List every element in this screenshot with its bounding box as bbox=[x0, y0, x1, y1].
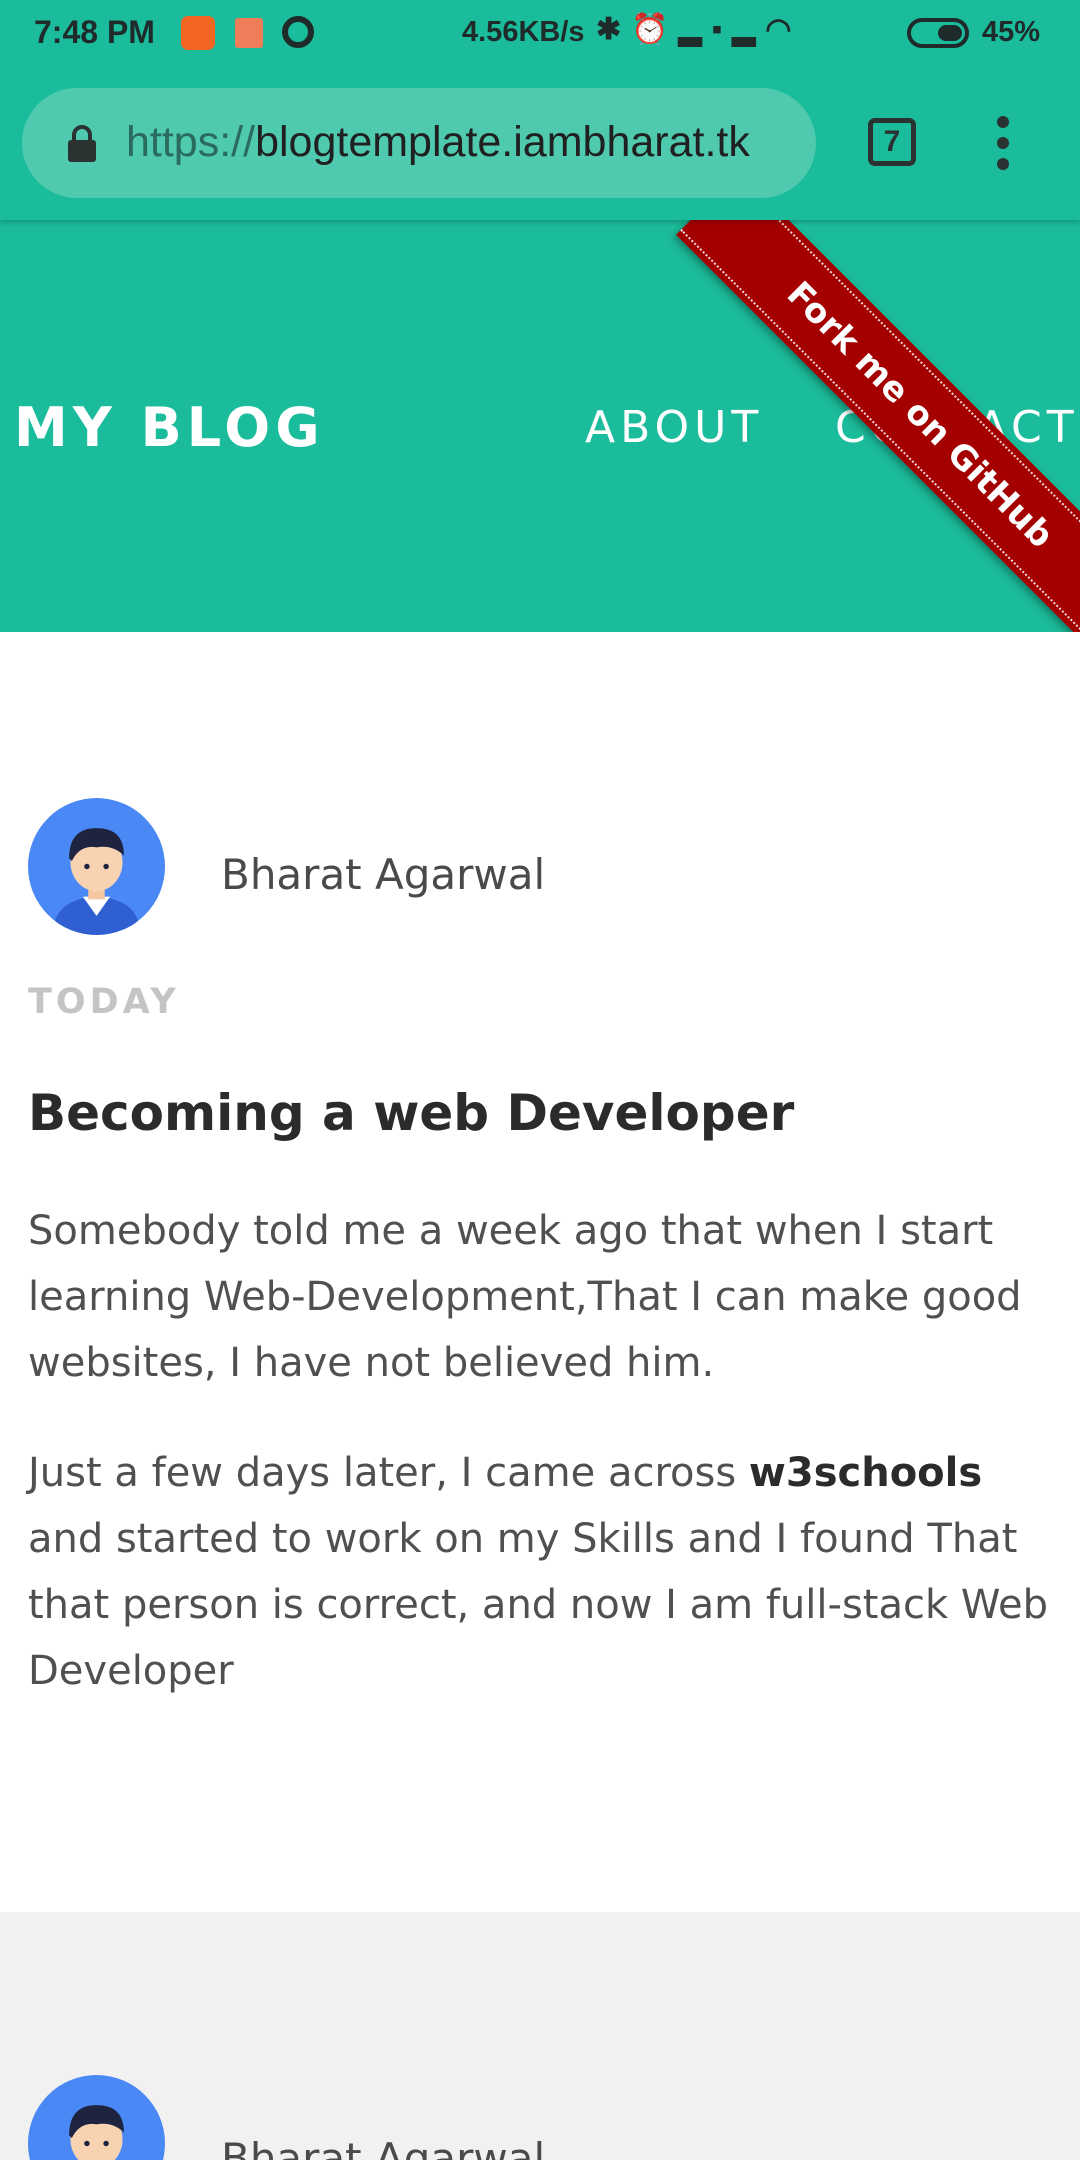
author-name[interactable]: Bharat Agarwal bbox=[221, 850, 545, 899]
post-paragraph: Somebody told me a week ago that when I … bbox=[28, 1208, 1022, 1386]
address-bar[interactable]: https://blogtemplate.iambharat.tk bbox=[22, 88, 816, 198]
w3schools-mention: w3schools bbox=[748, 1450, 983, 1496]
fork-me-ribbon[interactable]: Fork me on GitHub bbox=[676, 220, 1080, 632]
wifi-icon: ◠ bbox=[765, 13, 802, 46]
alarm-icon: ⏰ bbox=[631, 13, 679, 46]
status-bar: 7:48 PM 4.56KB/s ✱⏰▂▪▂◠ 45% bbox=[0, 0, 1080, 66]
network-speed: 4.56KB/s bbox=[462, 16, 585, 48]
signal-icon: ▂ bbox=[678, 13, 712, 46]
status-time: 7:48 PM bbox=[34, 14, 155, 50]
author-avatar bbox=[28, 2075, 165, 2160]
tab-switcher-button[interactable]: 7 bbox=[868, 118, 916, 166]
site-header: MY BLOG ABOUT CONTACT Fork me on GitHub bbox=[0, 220, 1080, 632]
menu-dot-icon bbox=[997, 116, 1009, 128]
volte-icon: ▪ bbox=[711, 13, 733, 46]
paragraph-text: and started to work on my Skills and I f… bbox=[28, 1516, 1049, 1694]
bluetooth-icon: ✱ bbox=[596, 13, 632, 46]
signal-icon: ▂ bbox=[732, 13, 766, 46]
app-notification-icon bbox=[181, 16, 215, 50]
lock-icon bbox=[68, 125, 96, 162]
battery-icon bbox=[907, 18, 969, 48]
battery-percent: 45% bbox=[982, 16, 1041, 48]
post-date: TODAY bbox=[28, 982, 180, 1022]
post-paragraph: Just a few days later, I came across w3s… bbox=[28, 1440, 1058, 1704]
paragraph-text: Just a few days later, I came across bbox=[28, 1450, 749, 1496]
chrome-icon bbox=[282, 16, 314, 48]
menu-dot-icon bbox=[997, 158, 1009, 170]
more-menu-button[interactable] bbox=[986, 116, 1022, 170]
browser-toolbar: https://blogtemplate.iambharat.tk 7 bbox=[0, 66, 1080, 220]
author-avatar bbox=[28, 798, 165, 935]
url-scheme: https:// bbox=[126, 118, 256, 166]
author-name[interactable]: Bharat Agarwal bbox=[221, 2134, 545, 2160]
status-icons: ✱⏰▂▪▂◠ bbox=[596, 12, 801, 47]
ribbon-container: Fork me on GitHub bbox=[0, 220, 1080, 632]
blog-post: Bharat Agarwal TODAY Becoming a web Deve… bbox=[0, 632, 1080, 1912]
menu-dot-icon bbox=[997, 137, 1009, 149]
url-text: https://blogtemplate.iambharat.tk bbox=[126, 118, 750, 167]
blog-post: Bharat Agarwal bbox=[0, 1912, 1080, 2160]
url-host: blogtemplate.iambharat.tk bbox=[255, 118, 750, 166]
post-title[interactable]: Becoming a web Developer bbox=[28, 1084, 794, 1142]
mail-notification-icon bbox=[235, 18, 263, 48]
